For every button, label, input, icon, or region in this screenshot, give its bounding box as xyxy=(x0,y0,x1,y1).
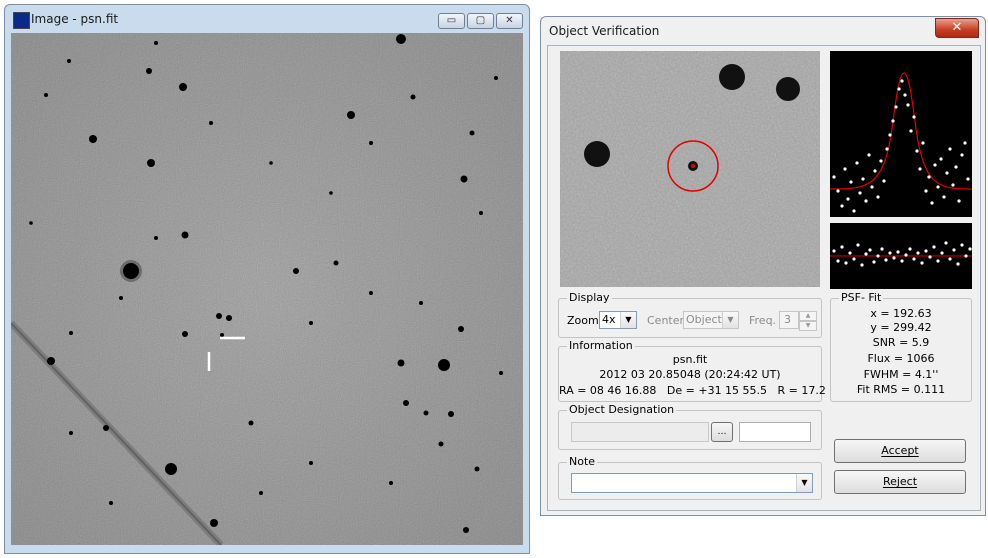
reject-label: Reject xyxy=(882,475,918,488)
object-thumbnail xyxy=(560,51,820,287)
information-group: Information psn.fit 2012 03 20.85048 (20… xyxy=(558,339,826,402)
center-select[interactable]: Object ▼ xyxy=(683,311,739,329)
chevron-down-icon: ▼ xyxy=(722,312,738,328)
accept-label: Accept xyxy=(881,444,919,457)
minimize-icon: ▭ xyxy=(446,15,457,26)
minimize-button[interactable]: ▭ xyxy=(438,13,465,29)
astro-image-canvas[interactable] xyxy=(11,33,523,545)
psf-snr-value: SNR = 5.9 xyxy=(872,336,930,349)
spin-down-icon: ▼ xyxy=(799,321,817,331)
image-window-title: Image - psn.fit xyxy=(31,12,119,26)
designation-legend: Object Designation xyxy=(567,403,677,416)
psf-residual-plot xyxy=(830,223,972,289)
verification-body: Display Zoom 4x ▼ Center Object ▼ Freq. … xyxy=(547,45,981,511)
info-filename: psn.fit xyxy=(672,353,708,366)
psf-y-value: y = 299.42 xyxy=(870,321,932,334)
thumbnail-image xyxy=(560,51,820,287)
center-value: Object xyxy=(686,313,722,326)
window-controls: ▭ ▢ ✕ xyxy=(436,13,523,29)
designation-input[interactable] xyxy=(571,422,709,442)
psf-fit-group: PSF- Fit x = 192.63 y = 299.42 SNR = 5.9… xyxy=(830,291,972,402)
note-combo[interactable]: ▼ xyxy=(571,473,813,493)
designation-extra-input[interactable] xyxy=(739,422,811,442)
freq-field[interactable]: 3 xyxy=(779,311,799,329)
app-icon xyxy=(13,12,30,29)
browse-button[interactable]: … xyxy=(711,422,733,442)
object-verification-window: Object Verification ✕ Display Zoom 4x ▼ … xyxy=(540,16,986,516)
freq-value: 3 xyxy=(784,313,791,326)
reject-button[interactable]: Reject xyxy=(834,470,966,494)
ellipsis-icon: … xyxy=(717,427,727,437)
psf-residual-graph xyxy=(830,241,972,267)
accept-button[interactable]: Accept xyxy=(834,439,966,463)
maximize-icon: ▢ xyxy=(475,15,486,26)
astro-image xyxy=(11,33,523,545)
psf-fit-legend: PSF- Fit xyxy=(839,291,884,304)
note-legend: Note xyxy=(567,455,598,468)
display-legend: Display xyxy=(567,291,612,304)
psf-profile-plot xyxy=(829,51,973,217)
psf-profile-graph xyxy=(829,72,973,213)
psf-rms-value: Fit RMS = 0.111 xyxy=(856,383,946,396)
maximize-button[interactable]: ▢ xyxy=(467,13,494,29)
zoom-select[interactable]: 4x ▼ xyxy=(599,311,637,329)
note-group: Note ▼ xyxy=(558,455,822,500)
chevron-down-icon: ▼ xyxy=(620,312,636,328)
verification-window-title: Object Verification xyxy=(549,24,660,38)
chevron-down-icon: ▼ xyxy=(796,474,812,492)
close-icon: ✕ xyxy=(505,15,514,26)
zoom-label: Zoom xyxy=(567,314,599,327)
spin-up-icon: ▲ xyxy=(799,311,817,321)
psf-flux-value: Flux = 1066 xyxy=(867,352,935,365)
information-legend: Information xyxy=(567,339,635,352)
image-window: Image - psn.fit ▭ ▢ ✕ xyxy=(4,4,530,554)
info-coordinates: RA = 08 46 16.88 De = +31 15 55.5 R = 17… xyxy=(559,384,826,397)
freq-label: Freq. xyxy=(749,314,777,327)
psf-x-value: x = 192.63 xyxy=(870,307,932,320)
display-group: Display Zoom 4x ▼ Center Object ▼ Freq. … xyxy=(558,291,822,338)
center-label: Center xyxy=(647,314,685,327)
zoom-value: 4x xyxy=(602,313,616,326)
freq-spinner[interactable]: ▲ ▼ xyxy=(799,311,817,331)
info-date: 2012 03 20.85048 (20:24:42 UT) xyxy=(599,368,781,381)
close-icon: ✕ xyxy=(951,20,963,35)
close-button[interactable]: ✕ xyxy=(935,18,979,38)
psf-fwhm-value: FWHM = 4.1'' xyxy=(863,368,939,381)
object-designation-group: Object Designation … xyxy=(558,403,822,450)
close-button[interactable]: ✕ xyxy=(496,13,523,29)
